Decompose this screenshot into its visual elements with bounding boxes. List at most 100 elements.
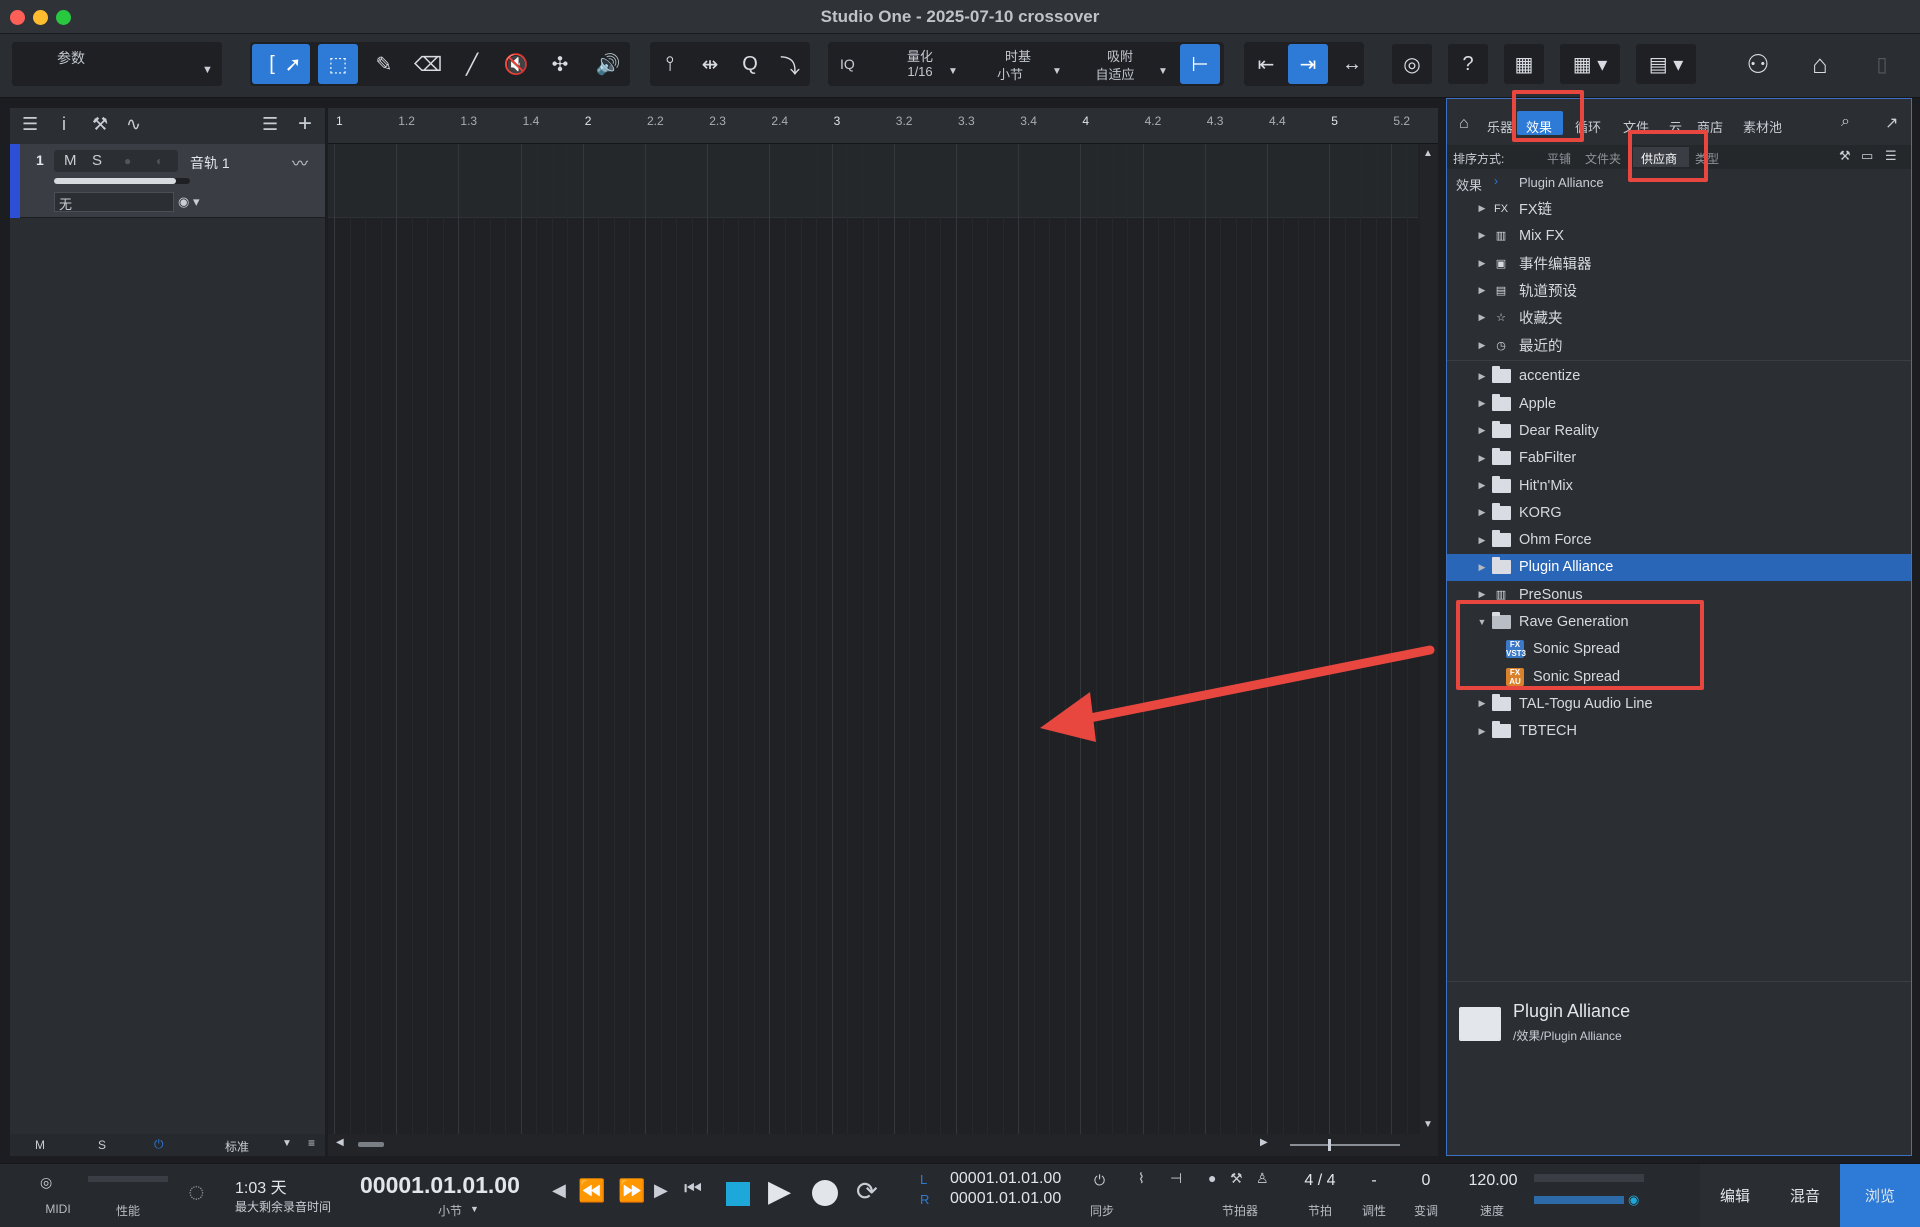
wrench-icon[interactable]: ⚒: [92, 114, 108, 135]
monitor-icon[interactable]: ◐: [156, 154, 163, 168]
caret-right-icon[interactable]: ▶: [1473, 312, 1491, 323]
autoscroll-icon[interactable]: ⇥: [1288, 44, 1328, 84]
vendor-folder[interactable]: ▶ accentize: [1447, 363, 1911, 390]
marker-next-icon[interactable]: ▶: [654, 1180, 668, 1201]
tree-item[interactable]: ▶ ▣ 事件编辑器: [1447, 250, 1911, 277]
metronome-icon[interactable]: ♙: [1256, 1170, 1269, 1187]
home-icon[interactable]: ⌂: [1800, 44, 1840, 84]
quantize-value[interactable]: 1/16: [890, 64, 950, 79]
inspector-icon[interactable]: i: [62, 114, 66, 135]
browse-view-button[interactable]: 浏览: [1840, 1164, 1920, 1227]
power-icon[interactable]: ⏻: [154, 1137, 164, 1152]
tab-pool[interactable]: 素材池: [1743, 117, 1782, 136]
tree-item[interactable]: ▶ ◷ 最近的: [1447, 332, 1911, 359]
scroll-right-icon[interactable]: ▶: [1260, 1137, 1268, 1148]
loop-end[interactable]: 00001.01.01.00: [950, 1190, 1061, 1208]
browser-home-icon[interactable]: ⌂: [1459, 115, 1469, 133]
mute-tool-icon[interactable]: 🔇: [496, 44, 536, 84]
caret-right-icon[interactable]: ▶: [1473, 340, 1491, 351]
toggle-icon[interactable]: ◉ ▾: [178, 194, 199, 210]
user-icon[interactable]: ⚇: [1738, 44, 1778, 84]
vendor-folder[interactable]: ▶ Plugin Alliance: [1447, 553, 1911, 581]
list-options-icon[interactable]: ☰: [1885, 148, 1897, 164]
expand-icon[interactable]: ↗: [1885, 113, 1898, 133]
caret-right-icon[interactable]: ▶: [1473, 203, 1491, 214]
vendor-folder[interactable]: ▶ Dear Reality: [1447, 417, 1911, 444]
split-tool-icon[interactable]: ✣: [540, 44, 580, 84]
loop-icon[interactable]: ⟳: [856, 1176, 878, 1207]
horizontal-scrollbar[interactable]: ◀ ▶: [328, 1134, 1438, 1156]
input-selector[interactable]: 无: [54, 192, 174, 212]
preroll-icon[interactable]: ⊣: [1170, 1170, 1182, 1187]
video-icon[interactable]: ▦: [1504, 44, 1544, 84]
vendor-folder[interactable]: ▶ TBTECH: [1447, 718, 1911, 745]
list-icon[interactable]: ≡: [308, 1136, 315, 1150]
return-to-zero-icon[interactable]: ⏮: [684, 1178, 702, 1201]
global-solo[interactable]: S: [98, 1138, 106, 1152]
cursor-split-icon[interactable]: ↔: [1332, 44, 1372, 84]
caret-right-icon[interactable]: ▶: [1473, 258, 1491, 269]
timing-icon[interactable]: ◎: [1392, 44, 1432, 84]
record-button[interactable]: [812, 1180, 838, 1206]
tree-item[interactable]: ▶ ▤ 轨道预设: [1447, 277, 1911, 304]
arrow-tool-icon[interactable]: ➚: [276, 44, 310, 84]
track-name[interactable]: 音轨 1: [190, 153, 230, 173]
mute-button[interactable]: M: [64, 152, 77, 169]
vendor-folder[interactable]: ▶ Ohm Force: [1447, 527, 1911, 554]
sync-icon[interactable]: ⏻: [1094, 1172, 1105, 1189]
metronome-settings-icon[interactable]: ⚒: [1230, 1170, 1243, 1187]
caret-right-icon[interactable]: ▶: [1473, 453, 1491, 464]
scroll-up-icon[interactable]: ▲: [1423, 148, 1433, 159]
snap-toggle-icon[interactable]: ⊢: [1180, 44, 1220, 84]
caret-right-icon[interactable]: ▶: [1473, 535, 1491, 546]
caret-right-icon[interactable]: ▶: [1473, 480, 1491, 491]
vendor-folder[interactable]: ▶ TAL-Togu Audio Line: [1447, 690, 1911, 717]
zoom-icon[interactable]: Q: [730, 44, 770, 84]
loop-start[interactable]: 00001.01.01.00: [950, 1170, 1061, 1188]
position-display[interactable]: 00001.01.01.00: [360, 1172, 520, 1199]
edit-view-button[interactable]: 编辑: [1700, 1164, 1770, 1227]
select-tool-icon[interactable]: ⬚: [318, 44, 358, 84]
mix-view-button[interactable]: 混音: [1770, 1164, 1840, 1227]
caret-right-icon[interactable]: ▶: [1473, 230, 1491, 241]
tree-item[interactable]: ▶ ▥ Mix FX: [1447, 222, 1911, 249]
play-button[interactable]: ▶: [768, 1174, 791, 1209]
listen-tool-icon[interactable]: 🔊: [588, 44, 628, 84]
caret-right-icon[interactable]: ▶: [1473, 589, 1491, 600]
waveform-icon[interactable]: 〰: [292, 150, 308, 174]
timebase-value[interactable]: 小节: [980, 64, 1040, 83]
toggle-icon[interactable]: ◉: [1628, 1192, 1639, 1208]
caret-right-icon[interactable]: ▶: [1473, 698, 1491, 709]
tempo-value[interactable]: 120.00: [1458, 1172, 1528, 1190]
pencil-tool-icon[interactable]: ✎: [364, 44, 404, 84]
bend-icon[interactable]: ⤵: [770, 44, 810, 84]
track-options-icon[interactable]: ☰: [262, 114, 278, 135]
volume-slider[interactable]: [54, 178, 190, 184]
add-track-icon[interactable]: +: [298, 110, 312, 138]
vendor-folder[interactable]: ▶ FabFilter: [1447, 445, 1911, 472]
scroll-down-icon[interactable]: ▼: [1423, 1119, 1433, 1130]
caret-right-icon[interactable]: ▶: [1473, 726, 1491, 737]
stop-button[interactable]: [726, 1182, 750, 1206]
caret-right-icon[interactable]: ▶: [1473, 285, 1491, 296]
grid-view-icon[interactable]: ▦ ▾: [1560, 44, 1620, 84]
scroll-left-icon[interactable]: ◀: [336, 1137, 344, 1148]
wrench-icon[interactable]: ⚒: [1839, 148, 1851, 164]
tree-item[interactable]: ▶ FX FX链: [1447, 195, 1911, 222]
timeline-ruler[interactable]: 1 1.2 1.3 1.4 2 2.2 2.3 2.4 3 3.2 3.3 3.4 4 4.2 4.3 4.4…: [328, 108, 1438, 144]
paint-tool-icon[interactable]: ╱: [452, 44, 492, 84]
position-unit[interactable]: 小节: [430, 1202, 470, 1219]
stretch-icon[interactable]: ⇹: [690, 44, 730, 84]
tab-instruments[interactable]: 乐器: [1487, 117, 1513, 136]
precount-icon[interactable]: ⌇: [1138, 1170, 1145, 1187]
track-header-1[interactable]: 1 M S ● ◐ 音轨 1 〰 无 ◉ ▾: [10, 144, 325, 218]
window-icon[interactable]: ▭: [1861, 148, 1873, 164]
parameter-box[interactable]: 参数 ▼: [12, 42, 222, 86]
global-mute[interactable]: M: [35, 1138, 45, 1152]
fast-forward-icon[interactable]: ⏩: [618, 1178, 645, 1204]
breadcrumb-current[interactable]: Plugin Alliance: [1519, 175, 1604, 190]
iq-button[interactable]: IQ: [840, 56, 855, 72]
caret-right-icon[interactable]: ▶: [1473, 398, 1491, 409]
transpose-value[interactable]: 0: [1416, 1172, 1436, 1190]
caret-right-icon[interactable]: ▶: [1473, 507, 1491, 518]
